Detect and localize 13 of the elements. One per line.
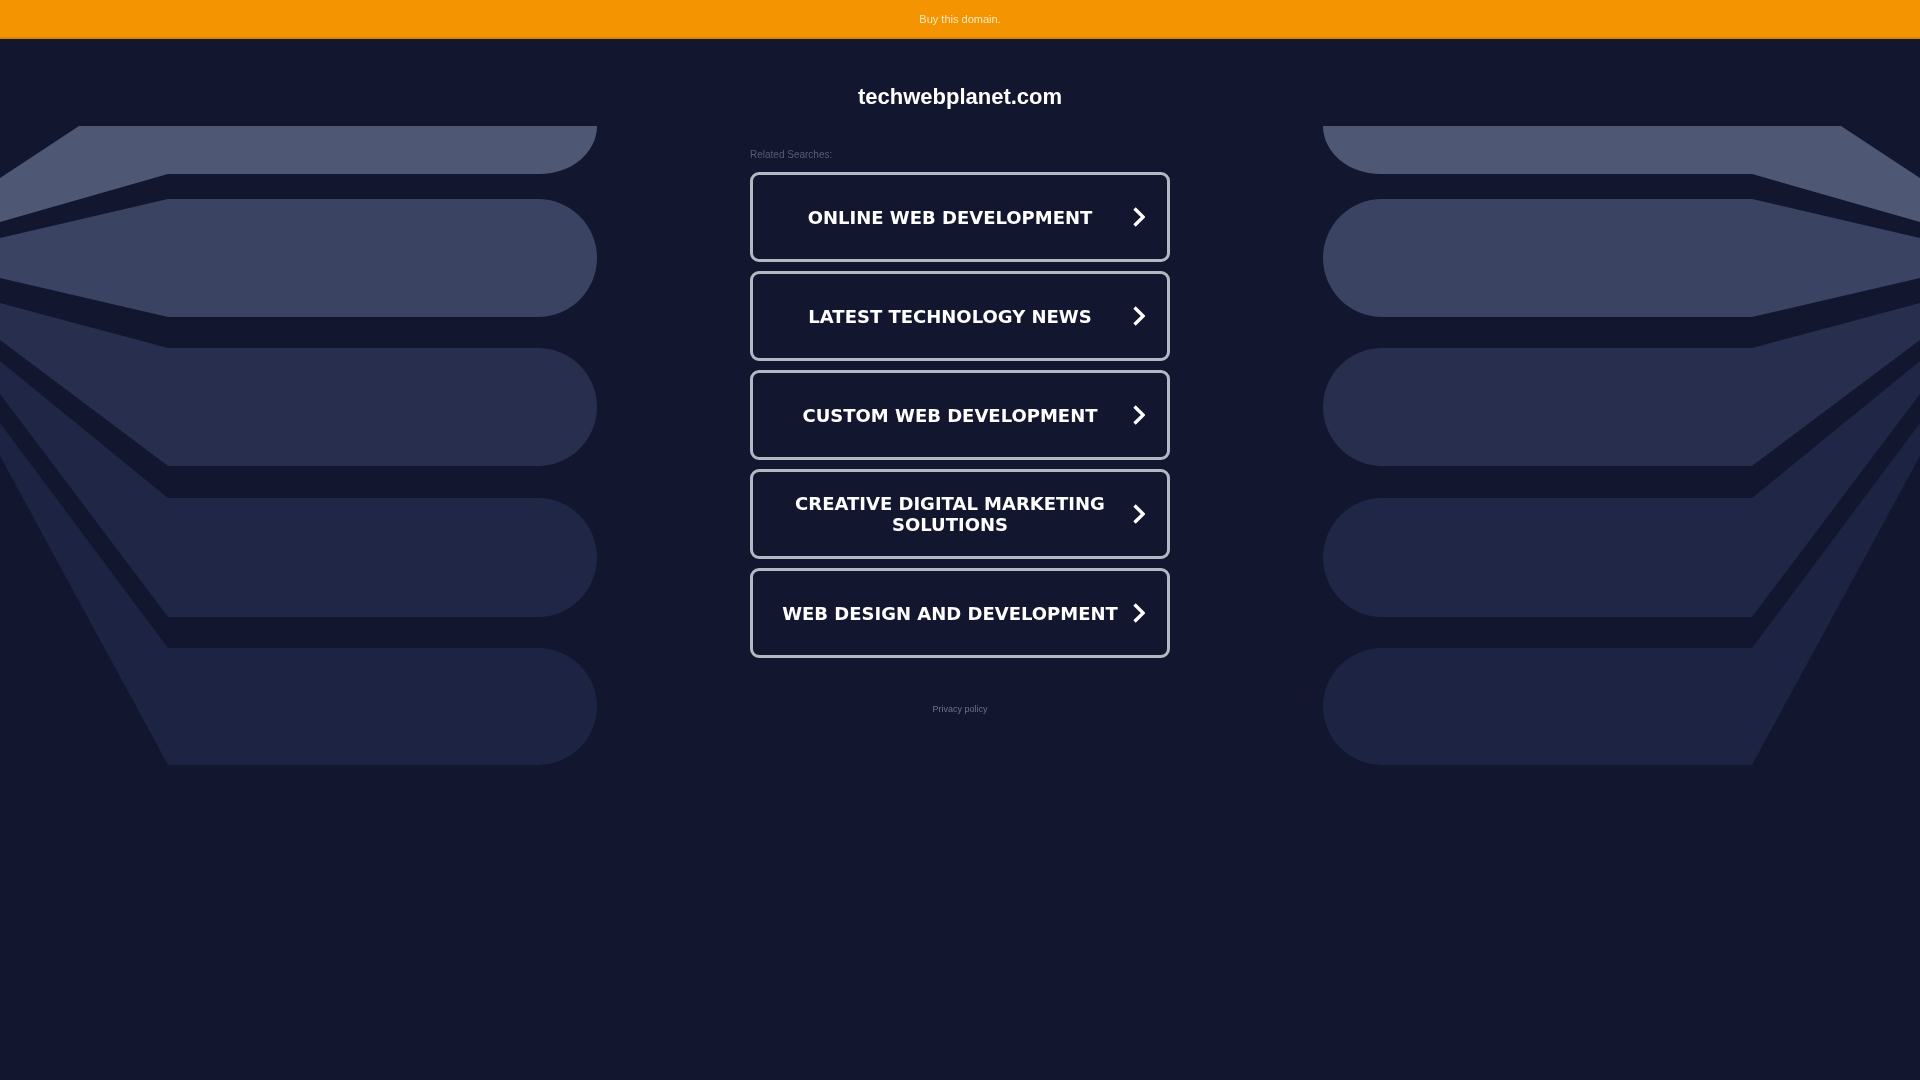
chevron-right-icon <box>1133 306 1145 326</box>
related-searches-heading: Related Searches: <box>750 149 833 161</box>
related-search-link[interactable]: CUSTOM WEB DEVELOPMENT <box>750 370 1170 460</box>
chevron-right-icon <box>1133 603 1145 623</box>
privacy-policy-link[interactable]: Privacy policy <box>932 704 988 715</box>
chevron-right-icon <box>1133 504 1145 524</box>
related-search-link[interactable]: LATEST TECHNOLOGY NEWS <box>750 271 1170 361</box>
related-search-link[interactable]: WEB DESIGN AND DEVELOPMENT <box>750 568 1170 658</box>
related-search-link[interactable]: ONLINE WEB DEVELOPMENT <box>750 172 1170 262</box>
chevron-right-icon <box>1133 405 1145 425</box>
chevron-right-icon <box>1133 207 1145 227</box>
site-title: techwebplanet.com <box>857 84 1063 110</box>
related-search-link[interactable]: CREATIVE DIGITAL MARKETING SOLUTIONS <box>750 469 1170 559</box>
